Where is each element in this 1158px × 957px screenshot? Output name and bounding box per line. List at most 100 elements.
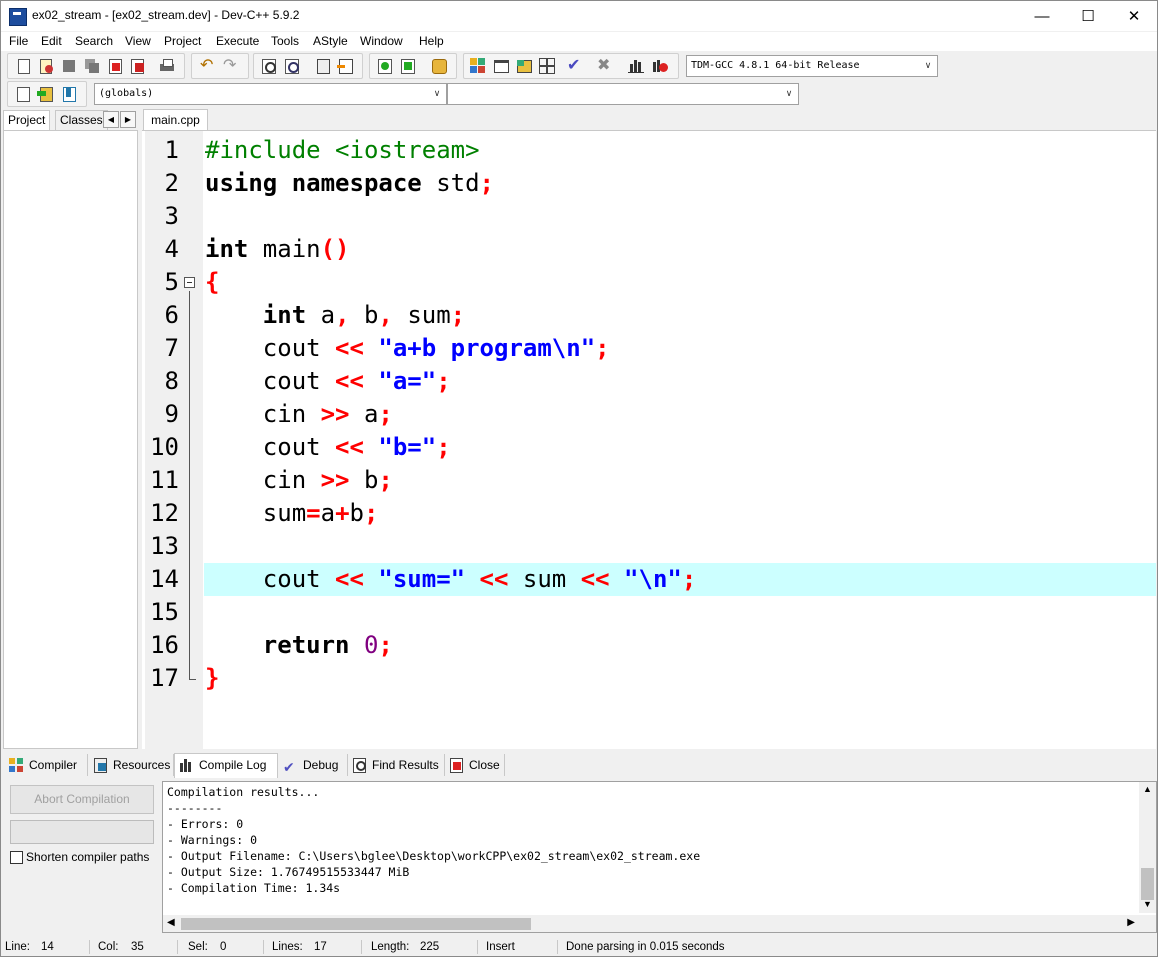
line-number: 8 (164, 367, 179, 395)
open-project-icon[interactable] (37, 57, 55, 75)
menu-help[interactable]: Help (419, 34, 444, 48)
menu-bar: File Edit Search View Project Execute To… (1, 32, 1157, 51)
menu-search[interactable]: Search (75, 34, 113, 48)
tab-close[interactable]: Close (445, 754, 505, 776)
tab-compiler[interactable]: Compiler (5, 754, 88, 776)
goto-bookmark-icon[interactable] (60, 85, 78, 103)
menu-astyle[interactable]: AStyle (313, 34, 348, 48)
syntax-check-icon[interactable]: ✔ (567, 57, 585, 75)
editor-tab-main-cpp[interactable]: main.cpp (143, 109, 208, 131)
code-line: cout << "a+b program\n"; (205, 334, 610, 362)
toggle-bookmark-icon[interactable] (37, 85, 55, 103)
log-horizontal-scrollbar[interactable]: ◀ ▶ (163, 915, 1139, 932)
search-toolbar-group (253, 53, 363, 79)
menu-window[interactable]: Window (360, 34, 403, 48)
add-to-project-icon[interactable] (376, 57, 394, 75)
compile-icon[interactable] (469, 57, 487, 75)
log-vertical-scrollbar[interactable]: ▲ ▼ (1139, 782, 1156, 913)
compile-toolbar-group: ✔ ✖ (463, 53, 679, 79)
menu-view[interactable]: View (125, 34, 151, 48)
remove-from-project-icon[interactable] (399, 57, 417, 75)
tab-compile-log[interactable]: Compile Log (174, 753, 278, 778)
compile-run-icon[interactable] (515, 57, 533, 75)
minimize-button[interactable]: — (1019, 1, 1065, 31)
line-number: 16 (150, 631, 179, 659)
delete-profile-icon[interactable] (651, 57, 669, 75)
scroll-thumb[interactable] (1141, 868, 1154, 900)
status-separator (477, 940, 478, 954)
line-number: 4 (164, 235, 179, 263)
class-toolbar-group (7, 81, 87, 107)
code-editor[interactable]: 1 2 3 4 5 6 7 8 9 10 11 12 13 14 15 16 1… (142, 130, 1156, 749)
shorten-paths-label: Shorten compiler paths (26, 850, 150, 864)
menu-tools[interactable]: Tools (271, 34, 299, 48)
compiler-icon (9, 758, 25, 772)
insert-icon[interactable] (14, 85, 32, 103)
compile-log-output[interactable]: Compilation results... -------- - Errors: … (162, 781, 1157, 933)
status-separator (361, 940, 362, 954)
chevron-down-icon: ∨ (924, 61, 932, 71)
profile-icon[interactable] (628, 57, 646, 75)
status-length-value: 225 (420, 941, 440, 953)
compile-log-text: Compilation results... -------- - Errors: … (167, 785, 701, 895)
line-number: 6 (164, 301, 179, 329)
scrollbar-corner (1139, 915, 1156, 932)
tab-scroll-left-icon[interactable]: ◀ (103, 111, 119, 128)
line-number: 15 (150, 598, 179, 626)
shorten-paths-checkbox[interactable] (10, 851, 23, 864)
maximize-button[interactable]: ☐ (1065, 1, 1111, 31)
abort-compilation-button[interactable]: Abort Compilation (10, 785, 154, 814)
tab-resources[interactable]: Resources (89, 754, 174, 776)
tab-debug[interactable]: ✔ Debug (279, 754, 348, 776)
line-number: 5 (164, 268, 179, 296)
save-icon[interactable] (60, 57, 78, 75)
undo-icon[interactable]: ↶ (200, 57, 218, 75)
replace-icon[interactable] (283, 57, 301, 75)
code-line: #include <iostream> (205, 136, 480, 164)
scroll-thumb[interactable] (181, 918, 531, 930)
scroll-up-icon[interactable]: ▲ (1139, 784, 1156, 794)
redo-icon[interactable]: ↷ (223, 57, 241, 75)
close-log-icon (449, 758, 465, 773)
tab-project[interactable]: Project (3, 110, 51, 130)
scroll-left-icon[interactable]: ◀ (167, 917, 175, 928)
status-sel-value: 0 (220, 941, 227, 953)
menu-file[interactable]: File (9, 34, 28, 48)
tab-find-results[interactable]: Find Results (348, 754, 445, 776)
code-line: sum=a+b; (205, 499, 379, 527)
resources-icon (93, 758, 109, 773)
close-window-button[interactable]: ✕ (1111, 1, 1157, 31)
new-file-icon[interactable] (14, 57, 32, 75)
close-all-icon[interactable] (129, 57, 147, 75)
print-icon[interactable] (158, 57, 176, 75)
save-all-icon[interactable] (83, 57, 101, 75)
project-options-icon[interactable] (430, 57, 448, 75)
bottom-panel-tabs: Compiler Resources Compile Log ✔ Debug Fi… (3, 753, 505, 778)
scope-select[interactable]: (globals) ∨ (94, 83, 447, 105)
menu-project[interactable]: Project (164, 34, 201, 48)
code-line: cout << "a="; (205, 367, 451, 395)
tab-classes[interactable]: Classes (55, 110, 108, 130)
find-results-icon (352, 758, 368, 773)
menu-edit[interactable]: Edit (41, 34, 62, 48)
scroll-down-icon[interactable]: ▼ (1139, 899, 1156, 909)
rebuild-all-icon[interactable] (538, 57, 556, 75)
undo-toolbar-group: ↶ ↷ (191, 53, 249, 79)
close-file-icon[interactable] (106, 57, 124, 75)
fold-collapse-icon[interactable] (184, 277, 195, 288)
find-next-icon[interactable] (314, 57, 332, 75)
function-select[interactable]: ∨ (447, 83, 799, 105)
stop-execution-icon[interactable]: ✖ (597, 57, 615, 75)
goto-line-icon[interactable] (337, 57, 355, 75)
status-separator (557, 940, 558, 954)
find-icon[interactable] (260, 57, 278, 75)
run-icon[interactable] (492, 57, 510, 75)
line-number: 17 (150, 664, 179, 692)
tab-scroll-right-icon[interactable]: ▶ (120, 111, 136, 128)
project-tree-panel[interactable] (3, 130, 138, 749)
line-number: 7 (164, 334, 179, 362)
status-col-label: Col: (98, 941, 119, 953)
menu-execute[interactable]: Execute (216, 34, 259, 48)
scroll-right-icon[interactable]: ▶ (1127, 917, 1135, 928)
compiler-select[interactable]: TDM-GCC 4.8.1 64-bit Release ∨ (686, 55, 938, 77)
